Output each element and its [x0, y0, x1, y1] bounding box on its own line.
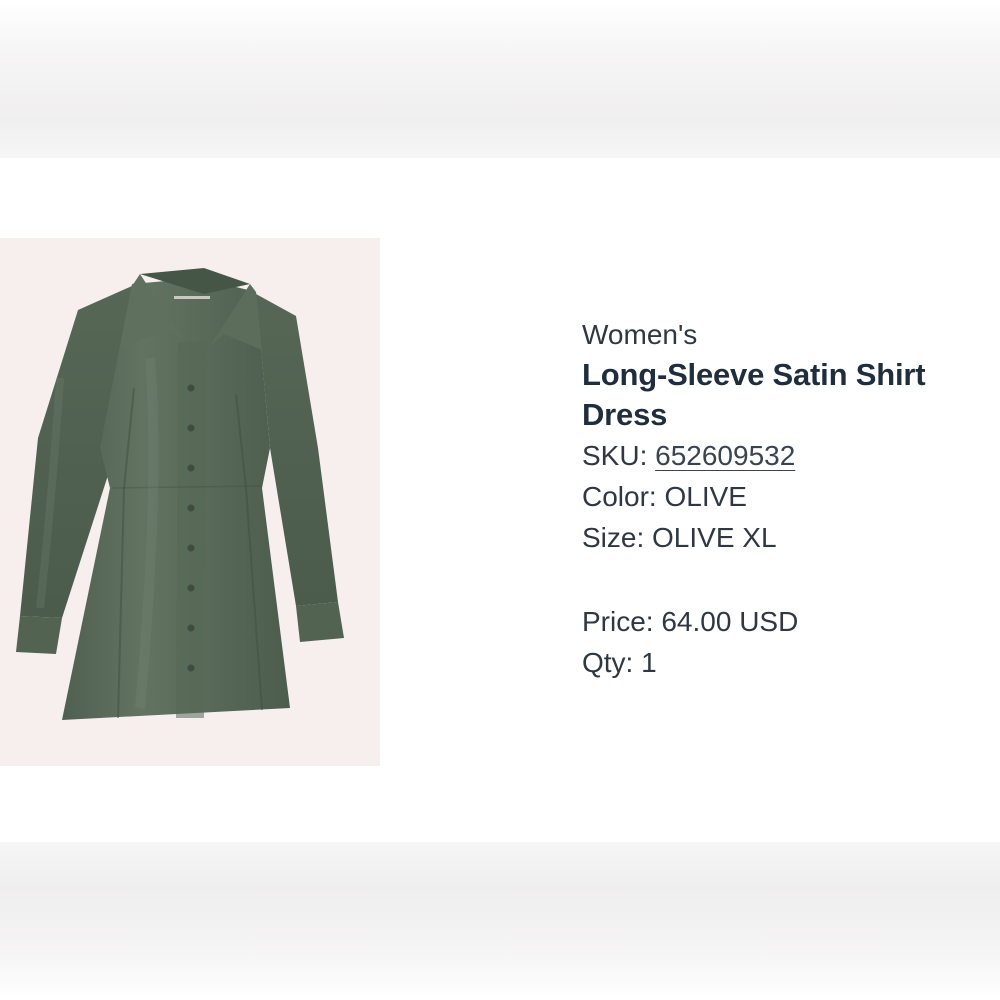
bottom-fade-band	[0, 842, 1000, 1000]
top-fade-band	[0, 0, 1000, 158]
qty-value: 1	[641, 647, 657, 678]
product-details: Women's Long-Sleeve Satin Shirt Dress SK…	[582, 316, 992, 683]
color-value: OLIVE	[664, 481, 747, 512]
details-spacer	[582, 558, 992, 601]
sku-label: SKU:	[582, 440, 648, 471]
product-title-line-2: Dress	[582, 397, 668, 432]
price-label: Price:	[582, 606, 654, 637]
order-item-card: Women's Long-Sleeve Satin Shirt Dress SK…	[0, 158, 1000, 842]
product-title[interactable]: Long-Sleeve Satin Shirt Dress	[582, 355, 992, 435]
qty-label: Qty:	[582, 647, 634, 678]
price-row: Price: 64.00 USD	[582, 601, 992, 642]
sku-row: SKU: 652609532	[582, 435, 992, 476]
size-row: Size: OLIVE XL	[582, 517, 992, 558]
dress-illustration	[16, 268, 344, 720]
sku-link[interactable]: 652609532	[655, 440, 795, 471]
product-title-line-1: Long-Sleeve Satin Shirt	[582, 357, 926, 392]
qty-row: Qty: 1	[582, 642, 992, 683]
product-image[interactable]	[0, 238, 380, 766]
color-label: Color:	[582, 481, 657, 512]
size-value: OLIVE XL	[652, 522, 777, 553]
price-value: 64.00 USD	[661, 606, 799, 637]
product-category: Women's	[582, 319, 698, 350]
color-row: Color: OLIVE	[582, 476, 992, 517]
size-label: Size:	[582, 522, 645, 553]
